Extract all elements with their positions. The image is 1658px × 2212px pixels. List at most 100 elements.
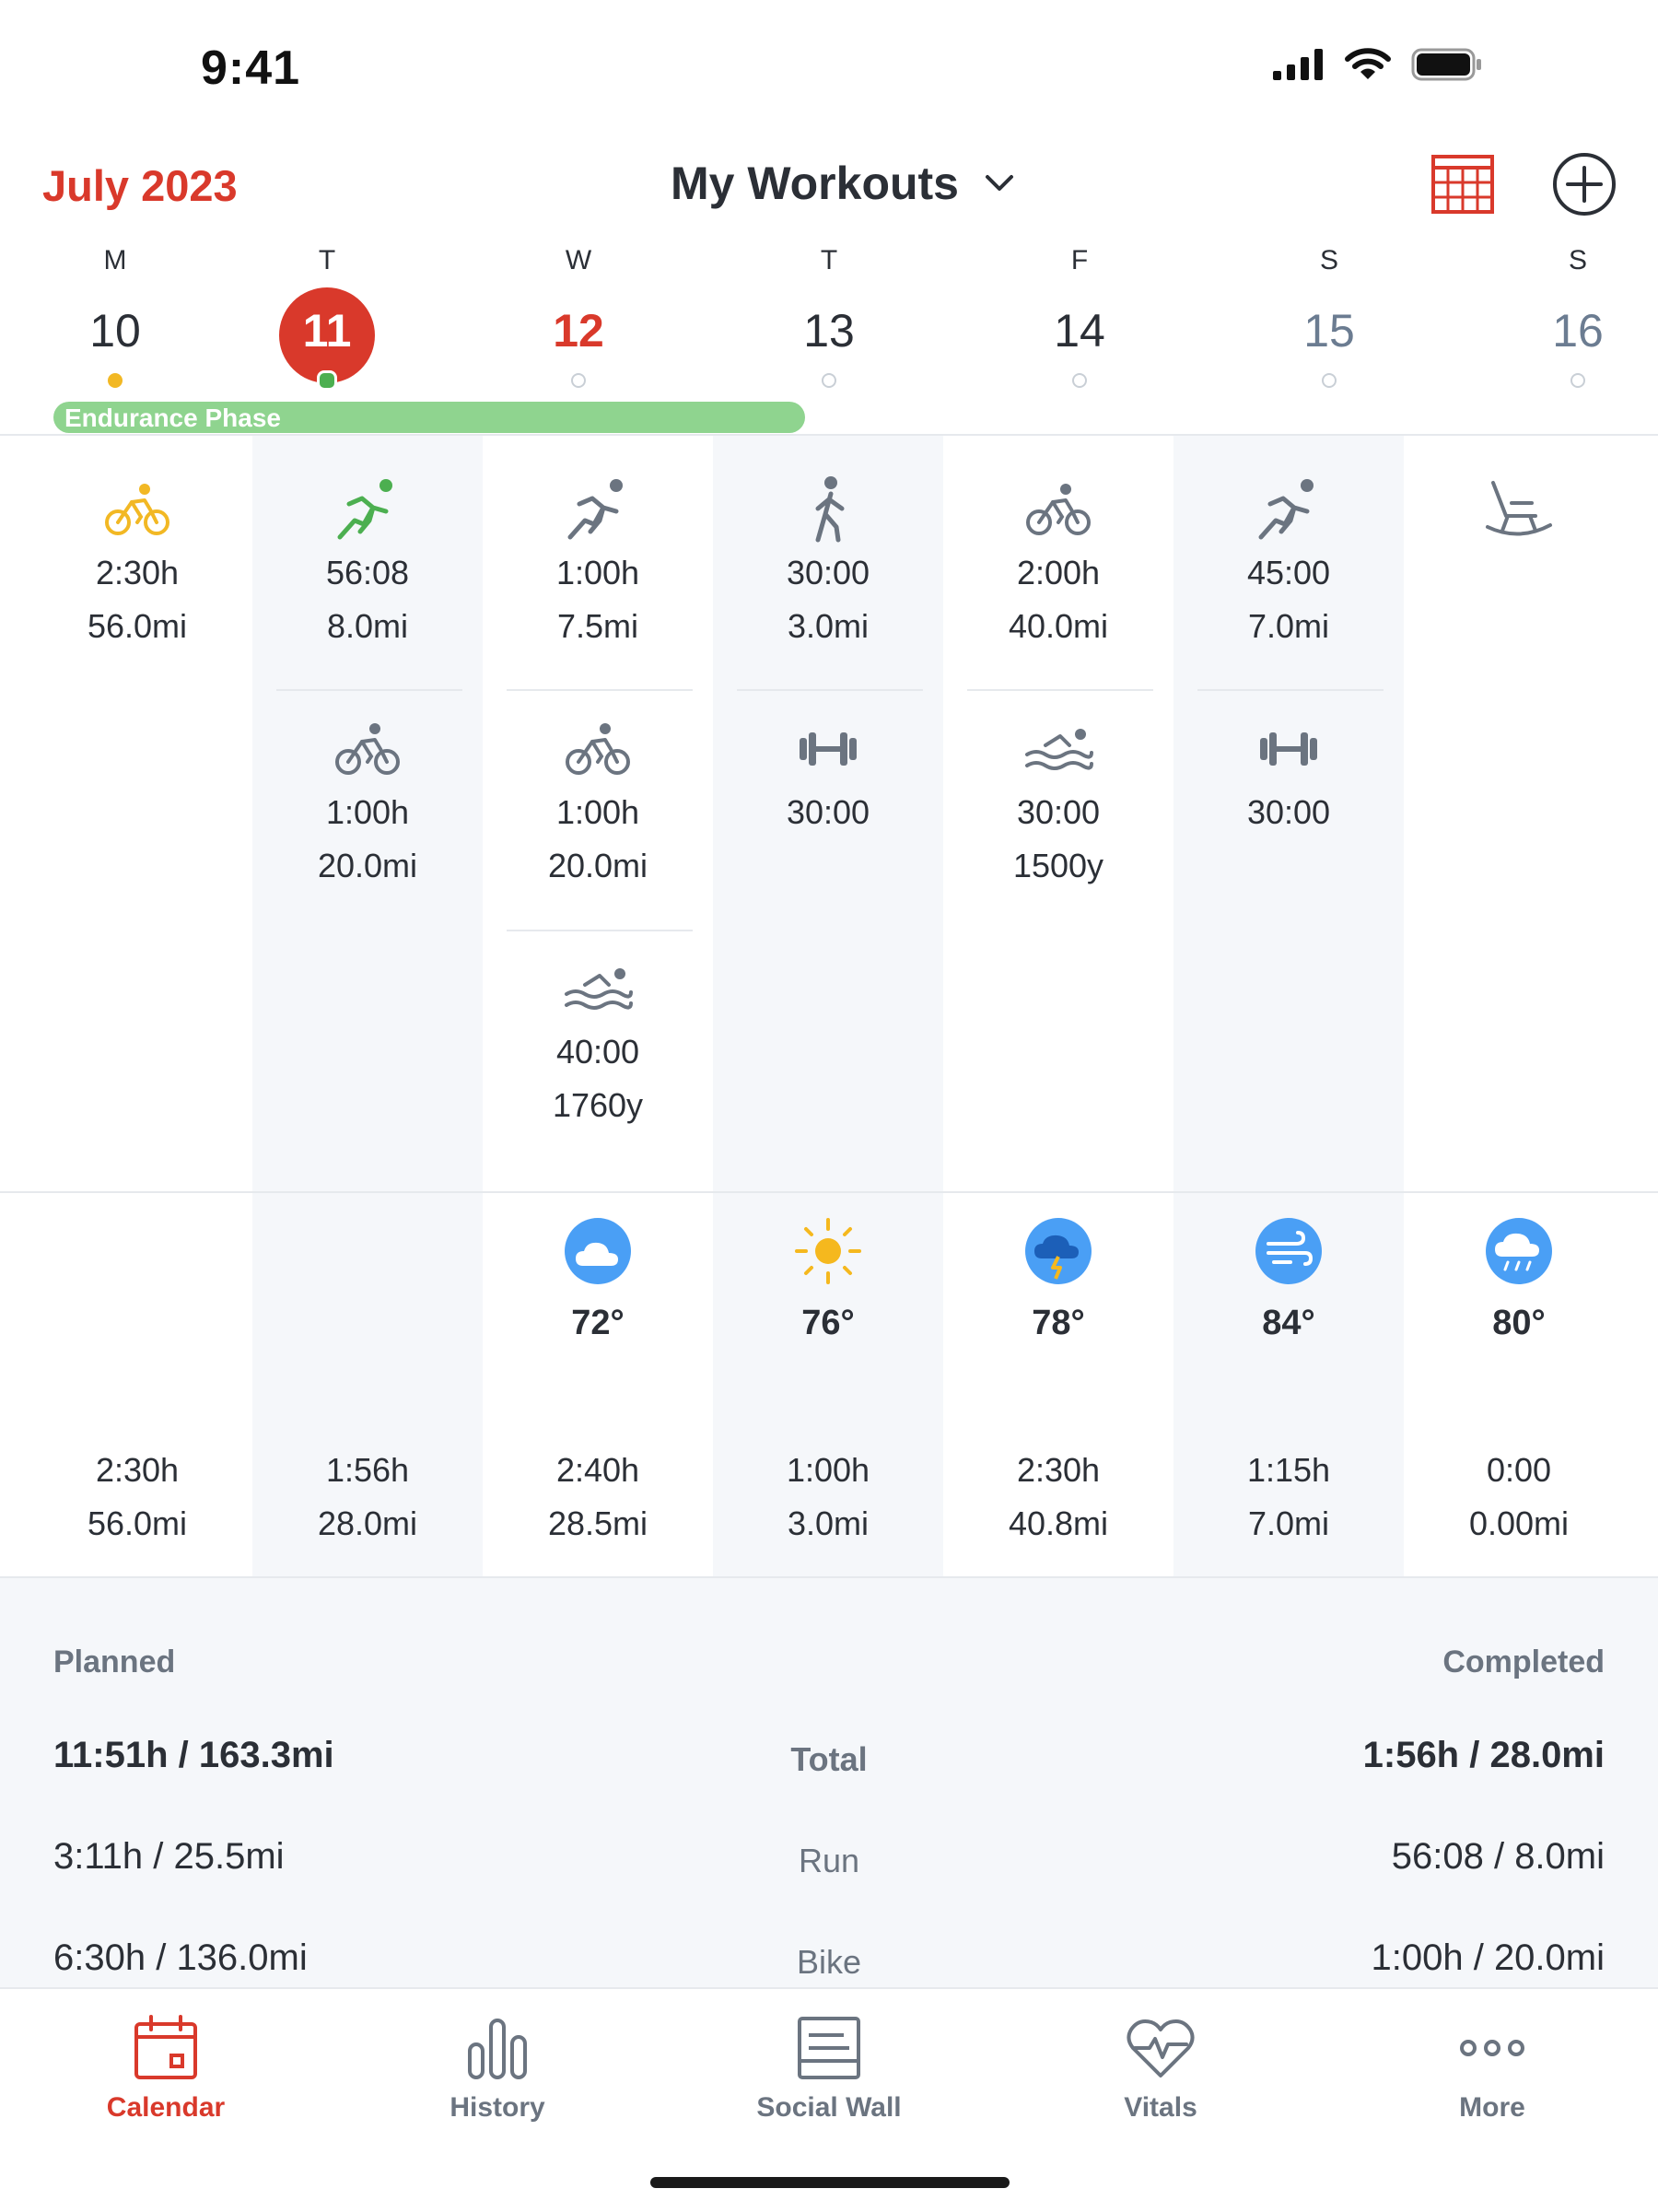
bar-chart-icon bbox=[468, 2019, 527, 2079]
total-distance: 40.8mi bbox=[1008, 1504, 1109, 1542]
day-sunday[interactable]: S 16 bbox=[1463, 240, 1658, 388]
workout-card-swim[interactable]: 30:00 1500y bbox=[943, 712, 1173, 893]
workout-card-bike[interactable]: 1:00h 20.0mi bbox=[252, 712, 483, 893]
workout-card-swim[interactable]: 40:00 1760y bbox=[483, 952, 713, 1132]
run-icon bbox=[567, 479, 623, 540]
workout-distance: 7.5mi bbox=[556, 607, 639, 645]
divider bbox=[507, 689, 693, 691]
tab-label: More bbox=[1459, 2092, 1525, 2123]
summary-row-run[interactable]: 3:11h / 25.5mi Run 56:08 / 8.0mi bbox=[0, 1836, 1658, 1891]
weather-wednesday: 72° bbox=[483, 1210, 713, 1343]
weekly-summary: Planned Completed 11:51h / 163.3mi Total… bbox=[0, 1576, 1658, 1989]
workout-distance: 7.0mi bbox=[1247, 607, 1330, 645]
walk-icon bbox=[815, 476, 845, 543]
tab-label: Vitals bbox=[1124, 2092, 1197, 2123]
column-sunday bbox=[1404, 436, 1634, 1576]
workout-distance: 40.0mi bbox=[1008, 607, 1109, 645]
workout-duration: 30:00 bbox=[1246, 793, 1331, 831]
workout-card-run[interactable]: 1:00h 7.5mi bbox=[483, 473, 713, 653]
temperature: 80° bbox=[1492, 1304, 1546, 1342]
total-distance: 7.0mi bbox=[1247, 1504, 1330, 1542]
day-tuesday[interactable]: T 11 bbox=[212, 240, 442, 391]
calendar-grid-button[interactable] bbox=[1430, 151, 1496, 217]
workout-card-strength[interactable]: 30:00 bbox=[713, 712, 943, 839]
total-distance: 56.0mi bbox=[87, 1504, 188, 1542]
day-letter: S bbox=[1319, 245, 1338, 275]
day-letter: T bbox=[820, 245, 838, 275]
day-total-monday: 2:30h 56.0mi bbox=[22, 1444, 252, 1551]
completed-dot bbox=[108, 373, 123, 388]
tab-label: Calendar bbox=[106, 2092, 226, 2123]
divider bbox=[967, 689, 1153, 691]
sun-icon bbox=[795, 1218, 861, 1284]
temperature: 72° bbox=[571, 1304, 625, 1342]
workout-card-strength[interactable]: 30:00 bbox=[1173, 712, 1404, 839]
workout-distance: 8.0mi bbox=[326, 607, 409, 645]
rain-icon bbox=[1486, 1218, 1552, 1284]
day-letter: M bbox=[103, 245, 127, 275]
day-total-tuesday: 1:56h 28.0mi bbox=[252, 1444, 483, 1551]
dumbbell-icon bbox=[800, 732, 857, 766]
workout-card-walk[interactable]: 30:00 3.0mi bbox=[713, 473, 943, 653]
status-time: 9:41 bbox=[201, 41, 301, 95]
total-distance: 3.0mi bbox=[787, 1504, 870, 1542]
divider bbox=[1197, 689, 1384, 691]
day-letter: W bbox=[565, 245, 592, 275]
weather-thursday: 76° bbox=[713, 1210, 943, 1343]
empty-dot bbox=[571, 373, 586, 388]
rocking-chair-icon bbox=[1486, 481, 1552, 536]
rest-day[interactable] bbox=[1404, 473, 1634, 546]
workout-selector[interactable]: My Workouts bbox=[671, 157, 1014, 210]
dumbbell-icon bbox=[1260, 732, 1317, 766]
empty-dot bbox=[1072, 373, 1087, 388]
empty-dot bbox=[1570, 373, 1585, 388]
day-friday[interactable]: F 14 bbox=[964, 240, 1195, 388]
phase-bar[interactable]: Endurance Phase bbox=[53, 402, 805, 433]
day-total-friday: 2:30h 40.8mi bbox=[943, 1444, 1173, 1551]
summary-row-bike[interactable]: 6:30h / 136.0mi Bike 1:00h / 20.0mi bbox=[0, 1937, 1658, 1993]
workout-card-bike[interactable]: 1:00h 20.0mi bbox=[483, 712, 713, 893]
swim-icon bbox=[565, 968, 633, 1010]
heart-pulse-icon bbox=[1127, 2019, 1195, 2077]
day-monday[interactable]: M 10 bbox=[0, 240, 230, 388]
temperature: 76° bbox=[801, 1304, 855, 1342]
tab-calendar[interactable]: Calendar bbox=[0, 2011, 332, 2124]
workout-distance: 20.0mi bbox=[547, 847, 648, 884]
tab-vitals[interactable]: Vitals bbox=[995, 2011, 1326, 2124]
workout-card-run[interactable]: 45:00 7.0mi bbox=[1173, 473, 1404, 653]
status-icons bbox=[1273, 48, 1483, 81]
day-number: 13 bbox=[803, 305, 855, 357]
workout-duration: 30:00 bbox=[1016, 793, 1101, 831]
workout-duration: 40:00 bbox=[555, 1033, 640, 1071]
workout-duration: 56:08 bbox=[325, 554, 410, 591]
planned-header: Planned bbox=[53, 1644, 176, 1679]
empty-dot bbox=[1322, 373, 1337, 388]
day-number: 12 bbox=[553, 305, 604, 357]
day-letter: S bbox=[1568, 245, 1587, 275]
temperature: 84° bbox=[1262, 1304, 1315, 1342]
workout-card-run[interactable]: 56:08 8.0mi bbox=[252, 473, 483, 653]
day-thursday[interactable]: T 13 bbox=[714, 240, 944, 388]
workout-duration: 2:00h bbox=[1016, 554, 1101, 591]
swim-icon bbox=[1025, 729, 1093, 770]
day-saturday[interactable]: S 15 bbox=[1214, 240, 1444, 388]
month-title[interactable]: July 2023 bbox=[42, 160, 238, 211]
workout-card-bike[interactable]: 2:30h 56.0mi bbox=[22, 473, 252, 653]
workout-duration: 1:00h bbox=[555, 554, 640, 591]
total-distance: 28.5mi bbox=[547, 1504, 648, 1542]
add-workout-button[interactable] bbox=[1551, 151, 1617, 217]
summary-row-total[interactable]: 11:51h / 163.3mi Total 1:56h / 28.0mi bbox=[0, 1735, 1658, 1790]
tab-history[interactable]: History bbox=[332, 2011, 663, 2124]
workout-duration: 2:30h bbox=[95, 554, 180, 591]
day-wednesday[interactable]: W 12 bbox=[463, 240, 694, 388]
day-letter: T bbox=[318, 245, 336, 275]
tab-more[interactable]: More bbox=[1326, 2011, 1658, 2124]
wind-icon bbox=[1255, 1218, 1322, 1284]
tab-social-wall[interactable]: Social Wall bbox=[663, 2011, 995, 2124]
completed-header: Completed bbox=[1442, 1644, 1605, 1679]
workout-card-bike[interactable]: 2:00h 40.0mi bbox=[943, 473, 1173, 653]
day-number: 15 bbox=[1303, 305, 1355, 357]
header: July 2023 My Workouts bbox=[0, 138, 1658, 240]
more-dots-icon bbox=[1460, 2040, 1524, 2056]
completed-value: 1:00h / 20.0mi bbox=[1371, 1937, 1605, 1978]
